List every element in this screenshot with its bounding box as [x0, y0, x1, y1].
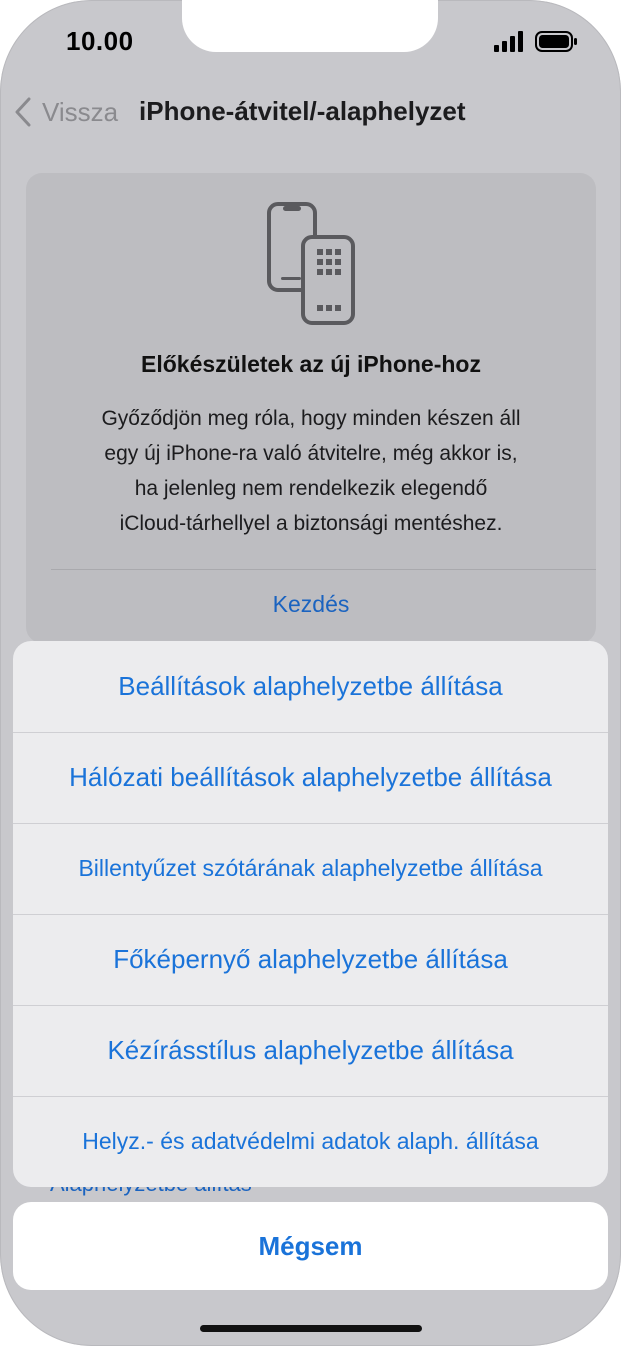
battery-icon: [535, 31, 577, 52]
prepare-new-iphone-card: Előkészületek az új iPhone-hoz Győződjön…: [26, 173, 596, 643]
reset-location-privacy-option[interactable]: Helyz.- és adatvédelmi adatok alaph. áll…: [13, 1096, 608, 1187]
back-button[interactable]: Vissza: [14, 96, 118, 128]
card-title: Előkészületek az új iPhone-hoz: [141, 351, 481, 377]
status-icons: [494, 31, 577, 52]
notch: [182, 0, 438, 52]
status-time: 10.00: [66, 26, 134, 56]
divider: [51, 569, 596, 570]
cancel-button[interactable]: Mégsem: [13, 1202, 608, 1290]
back-label: Vissza: [42, 96, 119, 127]
page-title: iPhone-átvitel/-alaphelyzet: [139, 96, 466, 126]
reset-handwriting-option[interactable]: Kézírásstílus alaphelyzetbe állítása: [13, 1005, 608, 1097]
chevron-left-icon: [15, 97, 31, 127]
cellular-signal-icon: [494, 31, 523, 52]
reset-keyboard-dictionary-option[interactable]: Billentyűzet szótárának alaphelyzetbe ál…: [13, 823, 608, 915]
home-indicator[interactable]: [200, 1325, 422, 1332]
two-iphones-icon: [267, 202, 355, 325]
reset-action-sheet: Beállítások alaphelyzetbe állítása Hálóz…: [13, 641, 608, 1187]
phone-screen: 10.00 Vissza iPhone-átvitel/-alaphelyzet: [0, 0, 621, 1346]
start-button[interactable]: Kezdés: [26, 591, 596, 618]
reset-network-settings-option[interactable]: Hálózati beállítások alaphelyzetbe állít…: [13, 732, 608, 824]
navigation-bar: Vissza iPhone-átvitel/-alaphelyzet: [0, 90, 621, 134]
reset-home-screen-option[interactable]: Főképernyő alaphelyzetbe állítása: [13, 914, 608, 1006]
reset-settings-option[interactable]: Beállítások alaphelyzetbe állítása: [13, 641, 608, 733]
card-description: Győződjön meg róla, hogy minden készen á…: [101, 407, 521, 535]
